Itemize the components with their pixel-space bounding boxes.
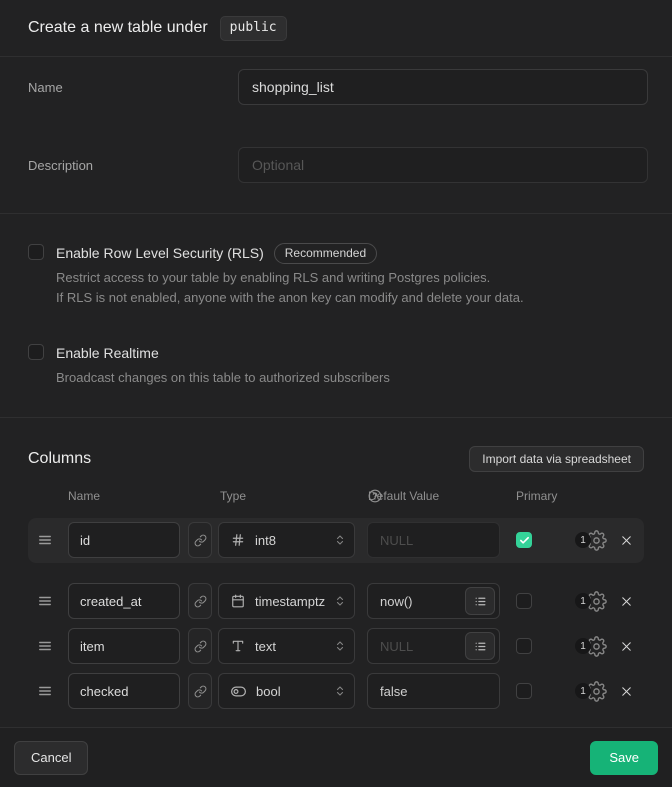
table-options-section: Enable Row Level Security (RLS) Recommen… <box>0 214 672 418</box>
settings-count-badge: 1 <box>575 683 591 699</box>
primary-key-row-group: int8 NULL 1 <box>28 518 644 563</box>
default-value-input[interactable]: NULL <box>367 628 500 664</box>
save-button[interactable]: Save <box>590 741 658 775</box>
help-circle-icon[interactable] <box>368 489 382 503</box>
default-suggestions-button[interactable] <box>465 632 495 660</box>
realtime-option: Enable Realtime Broadcast changes on thi… <box>28 344 644 388</box>
header-primary: Primary <box>516 489 557 503</box>
remove-column-icon[interactable] <box>619 533 634 548</box>
column-name-input[interactable] <box>68 583 180 619</box>
schema-badge: public <box>220 16 287 41</box>
rls-label: Enable Row Level Security (RLS) <box>56 245 264 261</box>
default-suggestions-button[interactable] <box>465 587 495 615</box>
remove-column-icon[interactable] <box>619 594 634 609</box>
foreign-key-link-icon[interactable] <box>188 522 212 558</box>
foreign-key-link-icon[interactable] <box>188 628 212 664</box>
description-label: Description <box>28 158 238 173</box>
column-row-checked: bool false 1 <box>28 673 644 709</box>
create-table-panel: Create a new table under public Name Des… <box>0 0 672 787</box>
table-info-section: Name Description <box>0 57 672 214</box>
default-value-input[interactable]: false <box>367 673 500 709</box>
primary-checkbox[interactable] <box>516 532 532 548</box>
chevrons-up-down-icon <box>334 640 346 652</box>
settings-count-badge: 1 <box>575 532 591 548</box>
header-type: Type <box>220 489 246 503</box>
calendar-icon <box>231 594 245 608</box>
rls-checkbox[interactable] <box>28 244 44 260</box>
column-settings-button[interactable]: 1 <box>575 681 607 702</box>
cancel-button[interactable]: Cancel <box>14 741 88 775</box>
toggle-icon <box>231 684 246 699</box>
rls-description: Restrict access to your table by enablin… <box>56 268 524 308</box>
foreign-key-link-icon[interactable] <box>188 673 212 709</box>
drag-handle-icon[interactable] <box>38 533 52 547</box>
column-name-input[interactable] <box>68 628 180 664</box>
column-type-select[interactable]: bool <box>218 673 355 709</box>
remove-column-icon[interactable] <box>619 684 634 699</box>
chevrons-up-down-icon <box>334 685 346 697</box>
column-type-select[interactable]: timestamptz <box>218 583 355 619</box>
primary-checkbox[interactable] <box>516 593 532 609</box>
remove-column-icon[interactable] <box>619 639 634 654</box>
table-name-input[interactable] <box>238 69 648 105</box>
default-value-input: NULL <box>367 522 500 558</box>
columns-heading: Columns <box>28 450 91 468</box>
drag-handle-icon[interactable] <box>38 594 52 608</box>
column-row-created-at: timestamptz now() 1 <box>28 583 644 619</box>
foreign-key-link-icon[interactable] <box>188 583 212 619</box>
name-label: Name <box>28 80 238 95</box>
realtime-description: Broadcast changes on this table to autho… <box>56 368 390 388</box>
column-name-input[interactable] <box>68 673 180 709</box>
chevrons-up-down-icon <box>334 595 346 607</box>
column-type-select[interactable]: text <box>218 628 355 664</box>
description-field-row: Description <box>28 147 648 183</box>
primary-checkbox[interactable] <box>516 683 532 699</box>
hash-icon <box>231 533 245 547</box>
column-row-item: text NULL 1 <box>28 628 644 664</box>
text-type-icon <box>231 639 245 653</box>
columns-section: Columns Import data via spreadsheet Name… <box>0 418 672 727</box>
column-rows-group: timestamptz now() 1 <box>28 583 644 709</box>
page-title: Create a new table under <box>28 19 208 37</box>
rls-option: Enable Row Level Security (RLS) Recommen… <box>28 244 644 308</box>
realtime-label: Enable Realtime <box>56 345 159 361</box>
settings-count-badge: 1 <box>575 593 591 609</box>
header-name: Name <box>68 489 100 503</box>
recommended-badge: Recommended <box>274 243 377 264</box>
panel-header: Create a new table under public <box>0 0 672 57</box>
columns-table-header: Name Type Default Value Primary <box>28 489 644 505</box>
default-value-input[interactable]: now() <box>367 583 500 619</box>
column-type-select[interactable]: int8 <box>218 522 355 558</box>
drag-handle-icon[interactable] <box>38 639 52 653</box>
table-description-input[interactable] <box>238 147 648 183</box>
column-row-id: int8 NULL 1 <box>28 522 644 558</box>
settings-count-badge: 1 <box>575 638 591 654</box>
column-name-input[interactable] <box>68 522 180 558</box>
primary-checkbox[interactable] <box>516 638 532 654</box>
column-settings-button[interactable]: 1 <box>575 530 607 551</box>
realtime-checkbox[interactable] <box>28 344 44 360</box>
drag-handle-icon[interactable] <box>38 684 52 698</box>
name-field-row: Name <box>28 69 648 105</box>
panel-footer: Cancel Save <box>0 727 672 787</box>
column-settings-button[interactable]: 1 <box>575 591 607 612</box>
import-data-button[interactable]: Import data via spreadsheet <box>469 446 644 472</box>
column-settings-button[interactable]: 1 <box>575 636 607 657</box>
chevrons-up-down-icon <box>334 534 346 546</box>
